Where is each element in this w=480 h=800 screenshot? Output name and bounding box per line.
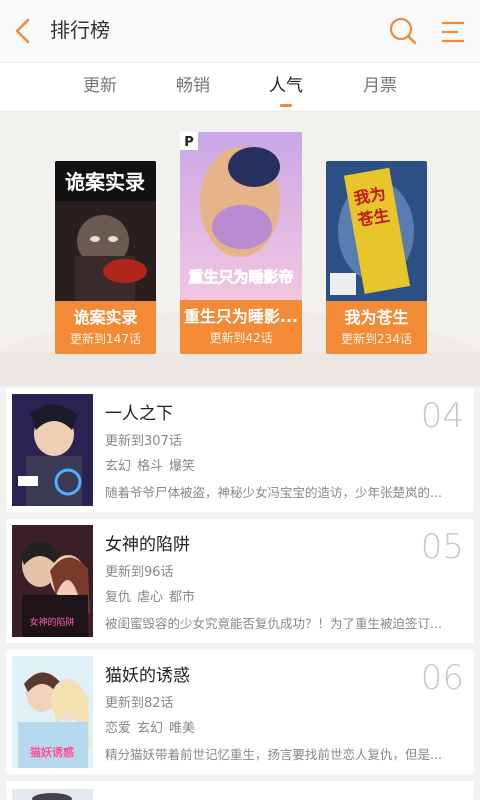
svg-text:P: P	[184, 135, 194, 150]
chevron-left-icon[interactable]	[10, 16, 38, 46]
podium-title: 重生只为睡影...	[183, 307, 299, 326]
podium-card-rank-1[interactable]: P 重生只为睡影帝 重生只为睡影... 更新到42话	[180, 132, 302, 354]
tab-monthly-ticket[interactable]: 月票	[350, 73, 410, 99]
comic-tags: 玄幻 格斗 爆笑	[105, 458, 201, 476]
menu-icon[interactable]	[438, 18, 468, 46]
podium-update: 更新到234话	[341, 332, 412, 346]
podium-card-rank-2[interactable]: 诡案实录 诡案实录 更新到147话	[55, 161, 156, 354]
comic-title: 女神的陷阱	[105, 535, 190, 555]
tag: 爆笑	[169, 459, 196, 474]
svg-text:女神的陷阱: 女神的陷阱	[29, 616, 74, 628]
podium-caption: 我为苍生 更新到234话	[326, 301, 427, 354]
podium-title: 我为苍生	[344, 308, 409, 327]
cover-thumbnail: 女神的陷阱	[12, 525, 93, 637]
page-title: 排行榜	[50, 18, 110, 42]
cover-image: P 重生只为睡影帝	[180, 132, 302, 302]
tag: 恋爱	[105, 721, 132, 736]
tag: 都市	[169, 590, 196, 605]
search-icon[interactable]	[388, 16, 418, 46]
list-item[interactable]: 女神的陷阱 女神的陷阱 更新到96话 复仇 虐心 都市 被闺蜜毁容的少女究竟能否复仇…	[6, 519, 474, 643]
comic-update: 更新到82话	[105, 696, 174, 711]
rank-number: 06	[420, 658, 464, 698]
cover-image: 诡案实录	[55, 161, 156, 301]
podium-base	[0, 353, 480, 386]
comic-description: 随着爷爷尸体被盗，神秘少女冯宝宝的造访，少年张楚岚的...	[105, 485, 442, 500]
list-item[interactable]: 一人之下 更新到307话 玄幻 格斗 爆笑 随着爷爷尸体被盗，神秘少女冯宝宝的造访，…	[6, 388, 474, 512]
tag: 格斗	[137, 459, 164, 474]
podium-caption: 诡案实录 更新到147话	[55, 301, 156, 354]
tab-update[interactable]: 更新	[70, 73, 130, 99]
rank-number: 04	[420, 396, 464, 436]
top-three-podium: 诡案实录 诡案实录 更新到147话 P 重生只为睡影帝 重生只为睡影... 更新…	[0, 110, 480, 386]
podium-update: 更新到42话	[209, 331, 273, 345]
svg-text:猫妖诱惑: 猫妖诱惑	[30, 745, 74, 759]
tag: 玄幻	[137, 721, 164, 736]
comic-tags: 恋爱 玄幻 唯美	[105, 720, 201, 738]
cover-thumbnail	[12, 394, 93, 506]
active-tab-indicator	[280, 104, 292, 107]
comic-description: 被闺蜜毁容的少女究竟能否复仇成功？！为了重生被迫签订...	[105, 616, 442, 631]
list-item-partial[interactable]	[6, 781, 474, 800]
podium-update: 更新到147话	[70, 332, 141, 346]
tab-bestselling[interactable]: 畅销	[163, 73, 223, 99]
podium-title: 诡案实录	[73, 308, 138, 327]
ranking-tabs: 更新 畅销 人气 月票	[0, 62, 480, 110]
comic-title: 一人之下	[105, 404, 173, 424]
tab-popularity[interactable]: 人气	[256, 73, 316, 99]
cover-thumbnail: 猫妖诱惑	[12, 656, 93, 768]
cover-image: 我为 苍生	[326, 161, 427, 301]
podium-card-rank-3[interactable]: 我为 苍生 我为苍生 更新到234话	[326, 161, 427, 354]
tag: 复仇	[105, 590, 132, 605]
app-header: 排行榜	[0, 0, 480, 62]
comic-update: 更新到307话	[105, 434, 182, 449]
list-item[interactable]: 猫妖诱惑 猫妖的诱惑 更新到82话 恋爱 玄幻 唯美 精分猫妖带着前世记忆重生，扬言…	[6, 650, 474, 774]
comic-update: 更新到96话	[105, 565, 174, 580]
tag: 虐心	[137, 590, 164, 605]
comic-tags: 复仇 虐心 都市	[105, 589, 201, 607]
cover-thumbnail	[12, 787, 93, 800]
comic-title: 猫妖的诱惑	[105, 666, 190, 686]
rank-number: 05	[420, 527, 464, 567]
tag: 唯美	[169, 721, 196, 736]
tag: 玄幻	[105, 459, 132, 474]
podium-caption: 重生只为睡影... 更新到42话	[180, 300, 302, 354]
svg-text:重生只为睡影帝: 重生只为睡影帝	[188, 268, 293, 286]
comic-description: 精分猫妖带着前世记忆重生，扬言要找前世恋人复仇，但是...	[105, 747, 442, 762]
svg-text:诡案实录: 诡案实录	[65, 170, 145, 194]
